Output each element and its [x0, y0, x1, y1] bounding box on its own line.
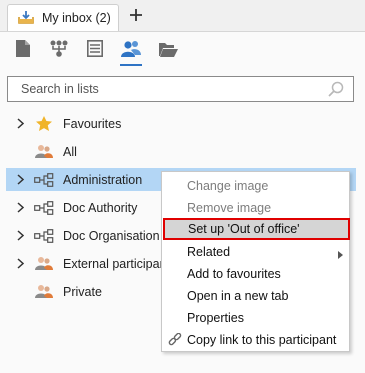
- menu-item-add-to-favourites[interactable]: Add to favourites: [162, 263, 349, 285]
- tree-item-label: Favourites: [63, 116, 122, 131]
- new-tab-button[interactable]: [125, 5, 147, 27]
- tab-strip: My inbox (2): [0, 0, 365, 34]
- chevron-right-icon[interactable]: [14, 202, 26, 213]
- menu-item-open-new-tab[interactable]: Open in a new tab: [162, 285, 349, 307]
- users-icon: [34, 144, 54, 159]
- menu-item-label: Properties: [187, 311, 244, 325]
- tree-item-all[interactable]: All: [6, 140, 356, 163]
- participants-button[interactable]: [120, 39, 142, 61]
- chevron-right-icon[interactable]: [14, 230, 26, 241]
- menu-item-label: Related: [187, 245, 231, 259]
- tree-item-favourites[interactable]: Favourites: [6, 112, 356, 135]
- users-icon: [34, 284, 54, 299]
- menu-item-properties[interactable]: Properties: [162, 307, 349, 329]
- document-icon: [16, 40, 30, 60]
- list-icon: [87, 40, 103, 60]
- inbox-icon: [18, 10, 34, 27]
- org-chart-button[interactable]: [48, 39, 70, 61]
- plus-icon: [130, 8, 142, 24]
- tree-item-label: External participant: [63, 256, 171, 271]
- users-icon: [34, 256, 54, 271]
- menu-item-copy-link[interactable]: Copy link to this participant: [162, 329, 349, 351]
- menu-item-label: Change image: [187, 179, 269, 193]
- tree-item-label: Private: [63, 284, 102, 299]
- chevron-right-icon[interactable]: [14, 258, 26, 269]
- chevron-right-icon[interactable]: [14, 174, 26, 185]
- search-box: [7, 76, 354, 102]
- search-icon[interactable]: [328, 81, 344, 100]
- menu-item-label: Open in a new tab: [187, 289, 289, 303]
- search-input[interactable]: [19, 81, 319, 97]
- tree-item-label: All: [63, 144, 77, 159]
- org-unit-icon: [34, 200, 54, 215]
- menu-item-change-image[interactable]: Change image: [162, 175, 349, 197]
- menu-item-related[interactable]: Related: [162, 241, 349, 263]
- menu-item-label: Set up 'Out of office': [188, 222, 300, 236]
- documents-button[interactable]: [12, 39, 34, 61]
- menu-item-remove-image[interactable]: Remove image: [162, 197, 349, 219]
- view-toolbar: [0, 32, 365, 72]
- open-folder-button[interactable]: [157, 39, 179, 61]
- active-view-indicator: [120, 64, 142, 66]
- tree-item-label: Doc Authority: [63, 200, 138, 215]
- star-icon: [34, 116, 54, 131]
- menu-item-label: Remove image: [187, 201, 272, 215]
- menu-item-label: Add to favourites: [187, 267, 281, 281]
- menu-item-out-of-office[interactable]: Set up 'Out of office': [163, 218, 350, 240]
- participants-icon: [121, 40, 141, 60]
- org-unit-icon: [34, 228, 54, 243]
- submenu-arrow-icon: [338, 248, 343, 262]
- tab-my-inbox[interactable]: My inbox (2): [7, 4, 119, 31]
- org-unit-icon: [34, 172, 54, 187]
- org-chart-icon: [49, 40, 69, 60]
- open-folder-icon: [158, 41, 178, 60]
- tab-label: My inbox (2): [42, 11, 111, 25]
- tree-item-label: Doc Organisation: [63, 228, 160, 243]
- chevron-right-icon[interactable]: [14, 118, 26, 129]
- link-icon: [168, 332, 182, 350]
- context-menu: Change image Remove image Set up 'Out of…: [161, 171, 350, 352]
- tree-item-label: Administration: [63, 172, 143, 187]
- list-button[interactable]: [84, 39, 106, 61]
- menu-item-label: Copy link to this participant: [187, 333, 337, 347]
